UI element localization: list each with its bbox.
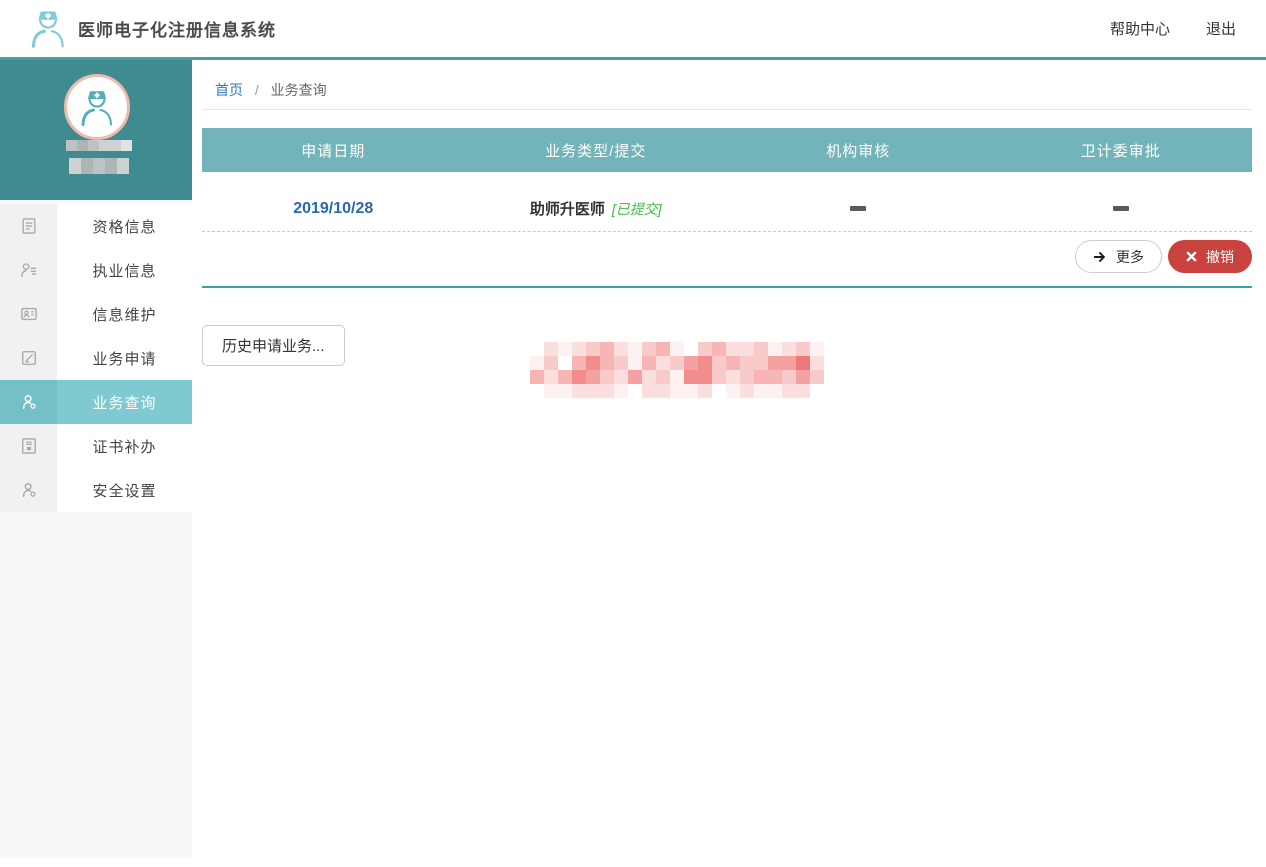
table-row: 2019/10/28 助师升医师 [已提交] [202, 172, 1252, 232]
help-center-link[interactable]: 帮助中心 [1110, 18, 1170, 39]
main-content: 首页 / 业务查询 申请日期 业务类型/提交 机构审核 卫计委审批 2019/1… [192, 60, 1266, 867]
sidebar-item-practice[interactable]: 执业信息 [0, 248, 192, 292]
revoke-button-label: 撤销 [1206, 247, 1234, 267]
edit-icon [0, 336, 57, 380]
sidebar-menu: 资格信息 执业信息 信息维护 业务申请 业务查询 证书补办 安全设置 [0, 204, 192, 512]
sidebar-item-certificate-reissue[interactable]: 证书补办 [0, 424, 192, 468]
sidebar-item-label: 安全设置 [57, 468, 192, 512]
breadcrumb-current: 业务查询 [271, 82, 327, 98]
logout-link[interactable]: 退出 [1206, 18, 1236, 39]
breadcrumb-separator: / [255, 82, 259, 98]
revoke-button[interactable]: 撤销 [1168, 240, 1252, 273]
history-business-button[interactable]: 历史申请业务... [202, 325, 345, 366]
sidebar-item-business-apply[interactable]: 业务申请 [0, 336, 192, 380]
col-apply-date: 申请日期 [202, 128, 465, 172]
sidebar-profile [0, 60, 192, 200]
apply-date-link[interactable]: 2019/10/28 [293, 200, 373, 218]
redacted-notice-text [530, 342, 824, 398]
sidebar-item-label: 证书补办 [57, 424, 192, 468]
submit-status-badge: [已提交] [612, 199, 662, 219]
org-review-empty-mark [850, 206, 866, 211]
business-type-text: 助师升医师 [530, 198, 605, 219]
row-actions: 更多 撤销 [202, 240, 1252, 288]
sidebar-item-label: 业务申请 [57, 336, 192, 380]
sidebar-item-qualification[interactable]: 资格信息 [0, 204, 192, 248]
col-org-review: 机构审核 [727, 128, 990, 172]
close-icon [1186, 251, 1197, 262]
doctor-avatar-icon [76, 85, 118, 129]
person-gear-icon [0, 468, 57, 512]
sidebar-item-label: 资格信息 [57, 204, 192, 248]
breadcrumb-home-link[interactable]: 首页 [215, 82, 243, 98]
person-list-icon [0, 248, 57, 292]
sidebar-item-info-maintenance[interactable]: 信息维护 [0, 292, 192, 336]
sidebar-item-business-query[interactable]: 业务查询 [0, 380, 192, 424]
sidebar: 资格信息 执业信息 信息维护 业务申请 业务查询 证书补办 安全设置 [0, 60, 192, 858]
sidebar-item-label: 信息维护 [57, 292, 192, 336]
top-links: 帮助中心 退出 [1110, 0, 1236, 57]
certificate-icon [0, 424, 57, 468]
commission-review-empty-mark [1113, 206, 1129, 211]
document-icon [0, 204, 57, 248]
col-business-type: 业务类型/提交 [465, 128, 728, 172]
doctor-logo-icon [26, 5, 70, 51]
table-header: 申请日期 业务类型/提交 机构审核 卫计委审批 [202, 128, 1252, 172]
top-header: 医师电子化注册信息系统 帮助中心 退出 [0, 0, 1266, 57]
brand: 医师电子化注册信息系统 [26, 5, 276, 51]
app-title: 医师电子化注册信息系统 [78, 16, 276, 41]
sidebar-item-security-settings[interactable]: 安全设置 [0, 468, 192, 512]
sidebar-item-label: 执业信息 [57, 248, 192, 292]
more-button[interactable]: 更多 [1075, 240, 1162, 273]
col-commission-approval: 卫计委审批 [990, 128, 1253, 172]
redacted-userid [69, 158, 129, 174]
id-card-icon [0, 292, 57, 336]
sidebar-item-label: 业务查询 [57, 380, 192, 424]
more-button-label: 更多 [1116, 247, 1144, 267]
avatar [64, 74, 130, 140]
redacted-username [66, 140, 132, 151]
arrow-right-icon [1093, 250, 1107, 264]
person-badge-icon [0, 380, 57, 424]
breadcrumb: 首页 / 业务查询 [202, 60, 1252, 110]
